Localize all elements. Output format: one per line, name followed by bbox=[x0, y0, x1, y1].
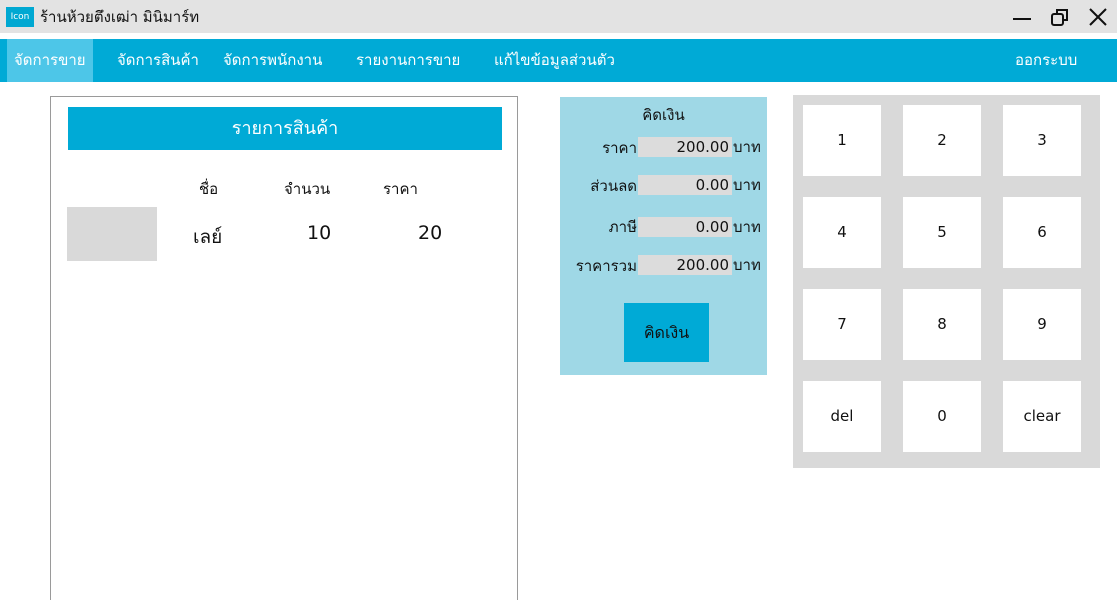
product-thumbnail bbox=[67, 207, 157, 261]
nav-item-sales-report[interactable]: รายงานการขาย bbox=[356, 39, 460, 82]
nav-item-edit-profile[interactable]: แก้ไขข้อมูลส่วนตัว bbox=[494, 39, 615, 82]
logout-button[interactable]: ออกระบบ bbox=[1015, 39, 1077, 82]
title-bar: Icon ร้านห้วยตึงเฒ่า มินิมาร์ท bbox=[0, 0, 1117, 33]
total-value: 200.00 bbox=[638, 255, 732, 275]
tax-unit: บาท bbox=[733, 218, 761, 236]
nav-item-products[interactable]: จัดการสินค้า bbox=[117, 39, 199, 82]
key-8[interactable]: 8 bbox=[903, 289, 981, 360]
payment-title: คิดเงิน bbox=[642, 106, 685, 124]
key-0[interactable]: 0 bbox=[903, 381, 981, 452]
column-header-name: ชื่อ bbox=[199, 180, 219, 198]
nav-item-employees[interactable]: จัดการพนักงาน bbox=[223, 39, 322, 82]
column-header-quantity: จำนวน bbox=[284, 180, 331, 198]
key-1[interactable]: 1 bbox=[803, 105, 881, 176]
key-6[interactable]: 6 bbox=[1003, 197, 1081, 268]
discount-value: 0.00 bbox=[638, 175, 732, 195]
product-price-cell: 20 bbox=[418, 222, 443, 244]
price-unit: บาท bbox=[733, 138, 761, 156]
product-list-header: รายการสินค้า bbox=[68, 107, 502, 150]
keypad: 1 2 3 4 5 6 7 8 9 del 0 clear bbox=[793, 95, 1100, 468]
minimize-button[interactable] bbox=[1005, 0, 1039, 33]
close-icon bbox=[1089, 7, 1107, 26]
key-9[interactable]: 9 bbox=[1003, 289, 1081, 360]
product-quantity-cell: 10 bbox=[307, 222, 332, 244]
close-button[interactable] bbox=[1081, 0, 1115, 33]
minimize-icon bbox=[1013, 17, 1031, 20]
tax-value: 0.00 bbox=[638, 217, 732, 237]
key-clear[interactable]: clear bbox=[1003, 381, 1081, 452]
key-3[interactable]: 3 bbox=[1003, 105, 1081, 176]
nav-item-sales[interactable]: จัดการขาย bbox=[7, 39, 93, 82]
nav-bar: จัดการขาย จัดการสินค้า จัดการพนักงาน ราย… bbox=[0, 39, 1117, 82]
window-title: ร้านห้วยตึงเฒ่า มินิมาร์ท bbox=[40, 8, 200, 26]
key-5[interactable]: 5 bbox=[903, 197, 981, 268]
product-list-panel: รายการสินค้า ชื่อ จำนวน ราคา เลย์ 10 20 bbox=[50, 96, 518, 600]
discount-unit: บาท bbox=[733, 176, 761, 194]
payment-panel: คิดเงิน ราคา 200.00 บาท ส่วนลด 0.00 บาท … bbox=[560, 97, 767, 375]
tax-label: ภาษี bbox=[608, 218, 637, 236]
key-del[interactable]: del bbox=[803, 381, 881, 452]
total-label: ราคารวม bbox=[575, 257, 637, 275]
key-2[interactable]: 2 bbox=[903, 105, 981, 176]
restore-button[interactable] bbox=[1043, 0, 1077, 33]
restore-icon bbox=[1051, 8, 1068, 26]
column-header-price: ราคา bbox=[383, 180, 418, 198]
key-7[interactable]: 7 bbox=[803, 289, 881, 360]
price-value: 200.00 bbox=[638, 137, 732, 157]
total-unit: บาท bbox=[733, 256, 761, 274]
price-label: ราคา bbox=[602, 139, 637, 157]
checkout-button[interactable]: คิดเงิน bbox=[624, 303, 709, 362]
discount-label: ส่วนลด bbox=[590, 177, 637, 195]
key-4[interactable]: 4 bbox=[803, 197, 881, 268]
product-name-cell: เลย์ bbox=[193, 226, 223, 248]
app-icon: Icon bbox=[6, 7, 34, 27]
